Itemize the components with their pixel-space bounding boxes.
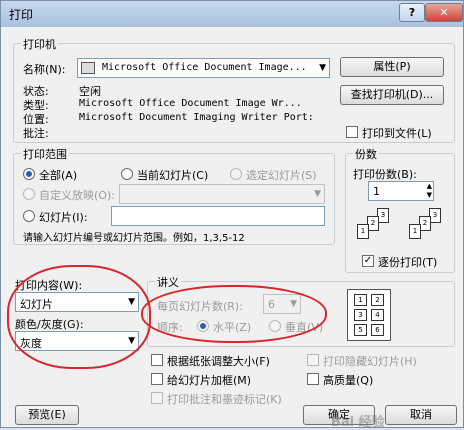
frame-slides-label: 给幻灯片加框(M) [167,374,252,387]
spin-up-icon[interactable]: ▲ [427,182,432,191]
handout-layout-preview: 1 2 3 4 5 6 [347,289,391,341]
high-quality-label: 高质量(Q) [323,374,374,387]
handouts-title: 讲义 [155,274,181,290]
print-to-file-label: 打印到文件(L) [362,127,432,140]
location-value: Microsoft Document Imaging Writer Port: [79,112,314,123]
title-bar: 打印 ? ✕ [1,1,463,27]
chevron-down-icon: ▼ [319,63,326,73]
print-range-title: 打印范围 [21,146,69,162]
range-current-label: 当前幻灯片(C) [137,169,209,182]
layout-cell-4: 4 [371,309,384,321]
preview-button[interactable]: 预览(E) [15,405,79,425]
copies-title: 份数 [353,146,379,162]
print-to-file-checkbox[interactable] [346,126,358,138]
close-button[interactable]: ✕ [425,3,463,22]
range-all-radio[interactable] [23,168,35,180]
print-comments-label: 打印批注和墨迹标记(K) [167,393,282,406]
scale-to-fit-checkbox[interactable] [151,354,163,366]
annotation-circle-content [7,265,151,369]
scale-to-fit-label: 根据纸张调整大小(F) [167,355,270,368]
find-printer-button[interactable]: 查找打印机(D)... [340,85,444,105]
frame-slides-checkbox[interactable] [151,373,163,385]
range-current-radio[interactable] [121,168,133,180]
custom-show-select[interactable]: ▼ [119,184,325,204]
cancel-button[interactable]: 取消 [385,405,457,425]
layout-cell-6: 6 [371,324,384,336]
watermark: Bai 经验 [331,415,385,430]
range-selection-label: 选定幻灯片(S) [246,169,317,182]
range-selection-radio[interactable] [230,168,242,180]
high-quality-checkbox[interactable] [307,373,319,385]
slides-input[interactable] [111,206,325,226]
copies-count-input[interactable]: 1 ▲ ▼ [368,181,434,201]
collate-checkbox[interactable]: ✓ [362,255,374,267]
printer-group-title: 打印机 [21,36,58,52]
layout-cell-1: 1 [354,294,367,306]
collate-page-6: 1 [409,224,421,239]
status-value: 空闲 [79,85,101,98]
range-hint: 请输入幻灯片编号或幻灯片范围。例如，1,3,5-12 [23,233,245,244]
print-hidden-checkbox[interactable] [307,354,319,366]
help-button[interactable]: ? [399,3,425,22]
printer-name-select[interactable]: Microsoft Office Document Image... ▼ [77,58,330,78]
annotation-circle-handouts [141,285,327,343]
collate-page-3: 1 [357,224,369,239]
printer-name-label: 名称(N): [23,63,66,76]
chevron-down-icon: ▼ [314,189,321,199]
layout-cell-2: 2 [371,294,384,306]
comment-label: 批注: [23,127,49,140]
properties-button[interactable]: 属性(P) [340,57,444,77]
range-slides-radio[interactable] [23,210,35,222]
range-custom-label: 自定义放映(O): [39,189,115,202]
range-all-label: 全部(A) [39,169,78,182]
dialog-title: 打印 [9,8,34,22]
collate-illustration: 3 2 1 3 2 1 [357,208,451,248]
layout-cell-3: 3 [354,309,367,321]
copies-count-label: 打印份数(B): [353,168,417,181]
spin-down-icon[interactable]: ▼ [427,191,432,200]
copies-count-value: 1 [373,185,380,198]
collate-label: 逐份打印(T) [378,256,438,269]
range-slides-label: 幻灯片(I): [39,211,88,224]
print-dialog: 打印 ? ✕ 打印机 名称(N): Microsoft Office Docum… [0,0,464,430]
print-comments-checkbox[interactable] [151,392,163,404]
range-custom-radio[interactable] [23,188,35,200]
printer-name-value: Microsoft Office Document Image... [102,62,307,73]
type-value: Microsoft Office Document Image Wr... [79,98,302,109]
layout-cell-5: 5 [354,324,367,336]
print-hidden-label: 打印隐藏幻灯片(H) [323,355,417,368]
printer-icon [81,62,95,74]
